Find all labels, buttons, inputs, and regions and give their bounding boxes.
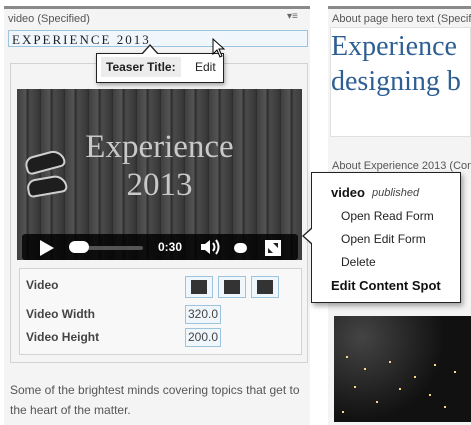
video-time: 0:30: [158, 240, 183, 254]
fullscreen-icon[interactable]: [265, 240, 281, 256]
video-film-button[interactable]: [185, 276, 213, 298]
video-overlay-line1: Experience: [85, 129, 234, 165]
context-menu-title: video: [331, 185, 365, 200]
menu-sort-icon[interactable]: ▾≡: [287, 11, 298, 22]
progress-handle[interactable]: [69, 241, 89, 253]
video-label: Video: [26, 278, 59, 292]
play-icon[interactable]: [40, 240, 54, 256]
context-menu-status: published: [372, 187, 420, 199]
video-overlay-title: Experience 2013: [17, 128, 302, 204]
context-menu-arrow: [304, 228, 313, 244]
menu-item-edit-content-spot[interactable]: Edit Content Spot: [331, 278, 441, 293]
film-icon: [191, 280, 207, 294]
film-icon: [257, 280, 273, 294]
menu-item-delete[interactable]: Delete: [341, 255, 376, 269]
tooltip-arrow: [142, 46, 158, 55]
hero-line2: designing b: [331, 66, 461, 97]
video-width-label: Video Width: [26, 307, 95, 321]
menu-item-open-read-form[interactable]: Open Read Form: [341, 209, 434, 223]
teaser-tooltip-label: Teaser Title:: [101, 57, 181, 77]
night-city-image: [334, 316, 471, 422]
mouse-cursor-icon: [212, 37, 226, 61]
video-width-field[interactable]: 320.0: [185, 305, 221, 324]
volume-handle[interactable]: [234, 243, 247, 253]
video-film-button[interactable]: [218, 276, 246, 298]
about-header: About Experience 2013 (Con: [332, 160, 471, 172]
video-height-label: Video Height: [26, 330, 100, 344]
description-text: Some of the brightest minds covering top…: [10, 383, 300, 417]
hero-text-header: About page hero text (Specif: [332, 13, 471, 25]
panel-header: video (Specified): [8, 13, 90, 25]
menu-item-open-edit-form[interactable]: Open Edit Form: [341, 232, 426, 246]
film-icon: [224, 280, 240, 294]
video-overlay-line2: 2013: [126, 167, 193, 203]
hero-text: Experience designing b: [331, 29, 471, 99]
video-height-field[interactable]: 200.0: [185, 328, 221, 347]
video-film-button[interactable]: [251, 276, 279, 298]
volume-icon[interactable]: [199, 237, 223, 260]
hero-line1: Experience: [331, 31, 457, 62]
